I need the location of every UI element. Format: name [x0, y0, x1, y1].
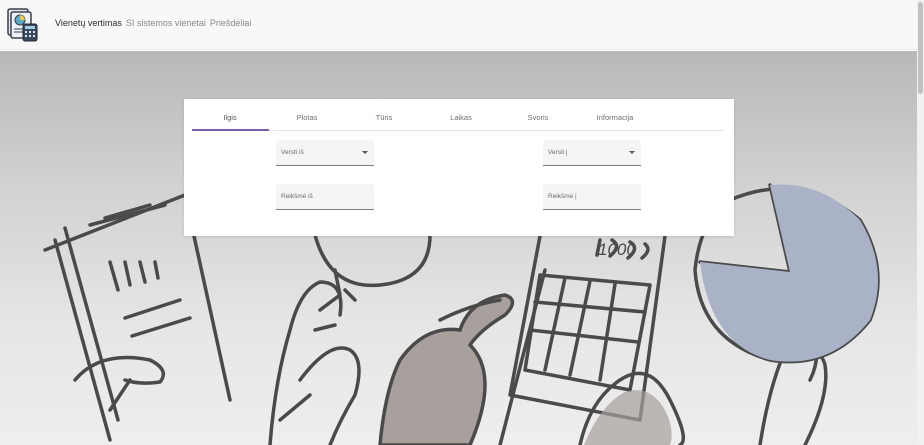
convert-to-label: Versti į	[548, 149, 568, 156]
active-tab-indicator	[192, 129, 269, 131]
convert-to-select[interactable]: Versti į	[543, 140, 641, 166]
top-navbar: Vienetų vertimas SI sistemos vienetai Pr…	[0, 0, 917, 50]
converter-card: Ilgis Plotas Tūris Laikas Svoris Informa…	[184, 99, 734, 236]
unit-category-tabs: Ilgis Plotas Tūris Laikas Svoris Informa…	[192, 107, 724, 131]
tab-time[interactable]: Laikas	[423, 107, 499, 130]
chevron-down-icon	[629, 151, 635, 154]
chevron-down-icon	[362, 151, 368, 154]
tab-volume[interactable]: Tūris	[346, 107, 422, 130]
scrollbar-thumb[interactable]	[918, 2, 923, 94]
convert-from-select[interactable]: Versti iš	[276, 140, 374, 166]
value-to-input[interactable]: Reikšmė į	[543, 184, 641, 210]
value-to-placeholder: Reikšmė į	[548, 193, 577, 200]
tab-weight[interactable]: Svoris	[500, 107, 576, 130]
tab-length[interactable]: Ilgis	[192, 107, 268, 130]
value-from-input[interactable]: Reikšmė iš	[276, 184, 374, 210]
nav-link-prefixes[interactable]: Priešdėliai	[210, 18, 252, 28]
value-from-placeholder: Reikšmė iš	[281, 193, 313, 200]
page-scrollbar[interactable]	[917, 0, 924, 445]
tab-information[interactable]: Informacija	[577, 107, 653, 130]
convert-from-label: Versti iš	[281, 149, 304, 156]
nav-link-unit-conversion[interactable]: Vienetų vertimas	[55, 18, 122, 28]
tab-area[interactable]: Plotas	[269, 107, 345, 130]
calculator-display-text: 1000	[598, 240, 636, 259]
calculator-document-logo[interactable]	[5, 7, 40, 43]
nav-link-si-units[interactable]: SI sistemos vienetai	[126, 18, 206, 28]
